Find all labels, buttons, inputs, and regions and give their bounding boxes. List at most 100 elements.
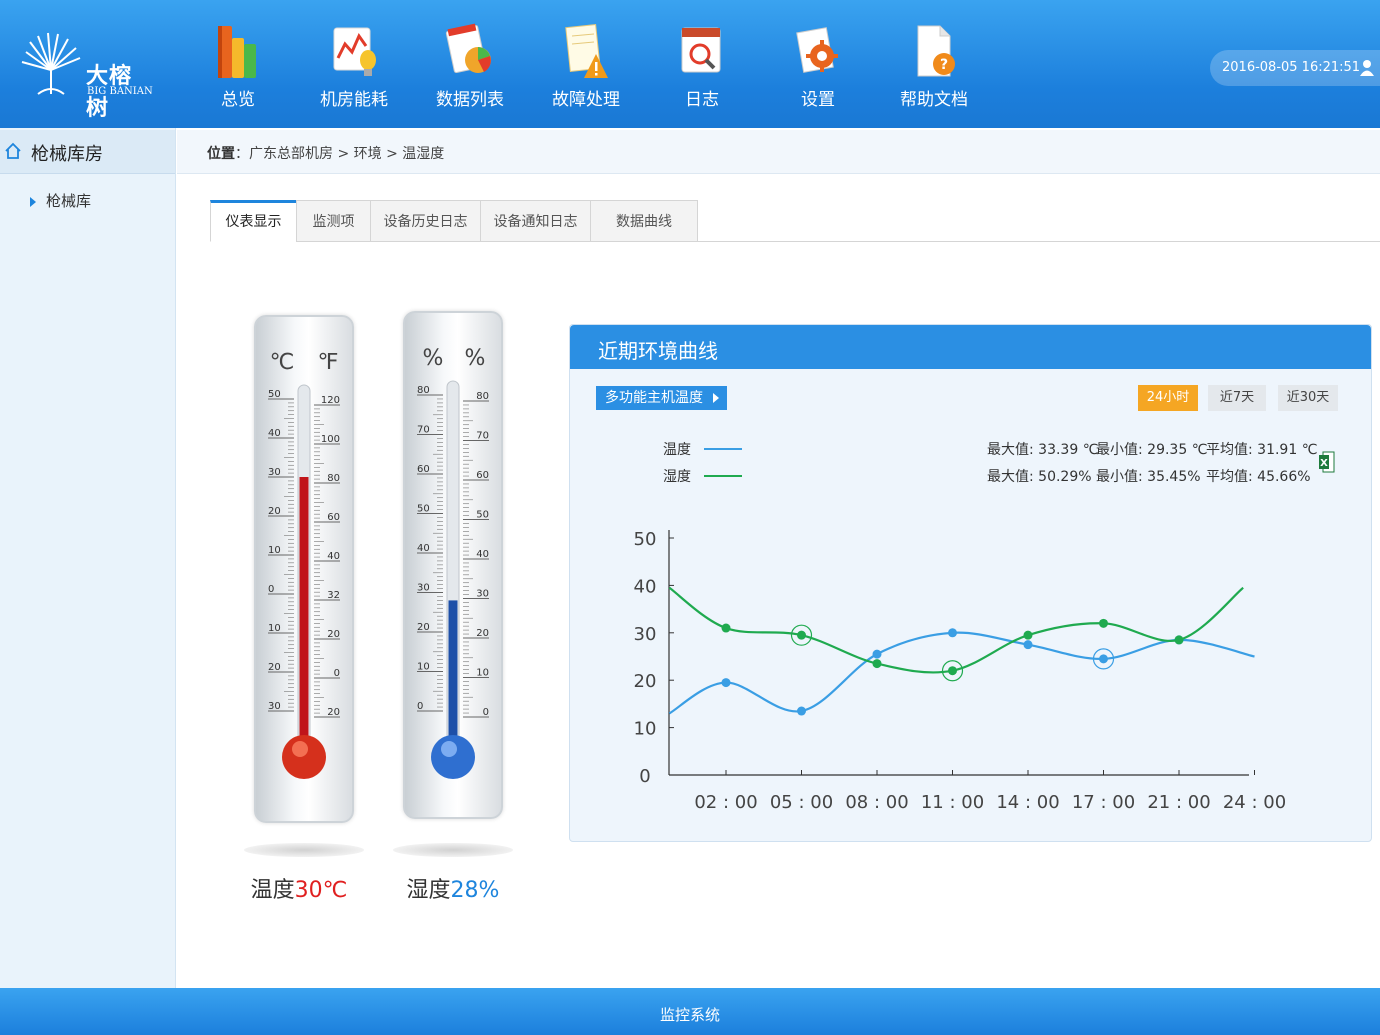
hygro-left-tick-label: 40	[417, 543, 430, 554]
nav-fault-label: 故障处理	[552, 90, 620, 110]
thermo-left-tick-label: 10	[268, 545, 281, 556]
expand-arrow-icon[interactable]	[30, 196, 36, 207]
range-7d-button[interactable]: 近7天	[1208, 385, 1266, 411]
user-icon[interactable]	[1360, 60, 1374, 76]
y-tick-label: 10	[634, 719, 657, 740]
x-tick-label: 08 : 00	[845, 792, 908, 813]
hygro-right-tick-label: 20	[476, 628, 489, 639]
tab-device-history-log[interactable]: 设备历史日志	[370, 200, 480, 242]
data-point[interactable]	[797, 630, 806, 640]
thermo-left-tick-label: 30	[268, 467, 281, 478]
thermo-right-tick-label: 120	[321, 395, 340, 406]
data-point[interactable]	[948, 628, 957, 638]
hygro-right-tick-label: 40	[476, 549, 489, 560]
thermometer-graphic: ℃ ℉ 50 120 40 100 30 80 20 60 10 40 0 32 10 20 20 0 30 20	[268, 350, 340, 779]
x-tick-label: 17 : 00	[1072, 792, 1135, 813]
thermo-left-tick-label: 20	[268, 662, 281, 673]
legend-hum-swatch	[704, 475, 742, 477]
breadcrumb-path[interactable]: ：广东总部机房 > 环境 > 温湿度	[235, 146, 444, 162]
nav-fault[interactable]: 故障处理	[528, 15, 644, 115]
data-point[interactable]	[1099, 618, 1108, 628]
tab-monitor-items[interactable]: 监测项	[296, 200, 370, 242]
top-header: 大榕树 BIG BANIAN 总览 机房能耗 数据列表 故障处理 日志 设置 ?…	[0, 0, 1380, 128]
nav-log[interactable]: 日志	[644, 15, 760, 115]
nav-overview[interactable]: 总览	[180, 15, 296, 115]
thermo-right-tick-label: 60	[327, 512, 340, 523]
thermometer-shadow	[244, 843, 364, 857]
sidebar-title: 枪械库房	[31, 144, 103, 165]
current-datetime: 2016-08-05 16:21:51	[1210, 50, 1380, 86]
x-tick-label: 11 : 00	[921, 792, 984, 813]
env-curve-panel: 近期环境曲线 多功能主机温度 24小时 近7天 近30天 温度 湿度 最大值: …	[569, 324, 1372, 842]
legend-temp-swatch	[704, 448, 742, 450]
x-tick-label: 02 : 00	[694, 792, 757, 813]
nav-help-label: 帮助文档	[900, 90, 968, 110]
legend-temp-label: 温度	[663, 442, 691, 458]
nav-settings-label: 设置	[801, 90, 835, 110]
settings-gear-icon	[796, 27, 838, 73]
thermo-right-tick-label: 80	[327, 473, 340, 484]
thermo-right-tick-label: 40	[327, 551, 340, 562]
data-point[interactable]	[1023, 640, 1033, 650]
hygro-left-tick-label: 70	[417, 425, 430, 436]
hygro-right-tick-label: 10	[476, 668, 489, 679]
banyan-tree-icon	[21, 32, 81, 95]
nav-energy[interactable]: 机房能耗	[296, 15, 412, 115]
breadcrumb-bar: 位置：广东总部机房 > 环境 > 温湿度	[177, 130, 1380, 174]
data-point[interactable]	[872, 659, 882, 669]
y-tick-label: 0	[639, 766, 650, 787]
data-point[interactable]	[1174, 635, 1184, 645]
data-point[interactable]	[797, 706, 806, 716]
humidity-value: 28%	[450, 878, 500, 903]
data-point[interactable]	[1099, 654, 1108, 664]
data-point[interactable]	[872, 649, 882, 659]
log-calendar-icon	[681, 27, 721, 73]
hygro-left-tick-label: 0	[417, 701, 423, 712]
hygro-right-tick-label: 0	[483, 707, 489, 718]
tab-gauge-display[interactable]: 仪表显示	[210, 200, 296, 242]
sidebar-item-armory[interactable]: 枪械库	[30, 190, 91, 211]
home-icon	[5, 142, 21, 159]
stat-hum-min: 最小值: 35.45%	[1096, 469, 1201, 485]
thermo-right-tick-label: 20	[327, 629, 340, 640]
stat-hum-max: 最大值: 50.29%	[987, 469, 1092, 485]
data-point[interactable]	[721, 623, 731, 633]
hygrometer-graphic: % % 80 80 70 70 60 60 50 50 40 40 30 30 20 20 10 10 0 0	[417, 346, 489, 779]
main-nav: 总览 机房能耗 数据列表 故障处理 日志 设置 ? 帮助文档	[180, 15, 992, 115]
tab-device-notify-log[interactable]: 设备通知日志	[480, 200, 590, 242]
hygro-right-tick-label: 60	[476, 470, 489, 481]
y-tick-label: 40	[634, 576, 657, 597]
nav-settings[interactable]: 设置	[760, 15, 876, 115]
humidity-caption: 湿度28%	[378, 872, 528, 904]
thermo-left-tick-label: 10	[268, 623, 281, 634]
data-point[interactable]	[721, 678, 731, 688]
nav-help[interactable]: ? 帮助文档	[876, 15, 992, 115]
range-24h-button[interactable]: 24小时	[1138, 385, 1198, 411]
data-point[interactable]	[1023, 630, 1033, 640]
y-tick-label: 30	[634, 624, 657, 645]
series-select-dropdown[interactable]: 多功能主机温度	[596, 386, 727, 410]
humidity-caption-label: 湿度	[406, 878, 451, 903]
range-30d-button[interactable]: 近30天	[1278, 385, 1338, 411]
sidebar-header[interactable]: 枪械库房	[0, 130, 175, 174]
x-tick-label: 21 : 00	[1147, 792, 1210, 813]
brand-logo[interactable]: 大榕树 BIG BANIAN	[18, 30, 153, 121]
excel-export-icon[interactable]: X	[1319, 451, 1335, 473]
env-line-chart: 50 40 30 20 10 0 02 : 00 05 : 00 08 : 00 11 : 00 1…	[634, 529, 1287, 813]
panel-title-bar: 近期环境曲线	[570, 325, 1371, 369]
tab-data-curve[interactable]: 数据曲线	[590, 200, 698, 242]
help-doc-icon: ?	[917, 25, 955, 77]
hygro-left-tick-label: 30	[417, 583, 430, 594]
thermo-left-tick-label: 40	[268, 428, 281, 439]
nav-data-list[interactable]: 数据列表	[412, 15, 528, 115]
hygro-right-tick-label: 80	[476, 391, 489, 402]
data-point[interactable]	[948, 666, 957, 676]
overview-books-icon	[218, 26, 256, 78]
thermo-left-tick-label: 20	[268, 506, 281, 517]
thermo-right-tick-label: 0	[334, 668, 340, 679]
caret-right-icon	[713, 393, 719, 403]
hygro-right-tick-label: 50	[476, 510, 489, 521]
breadcrumb-prefix: 位置	[207, 146, 235, 162]
nav-energy-label: 机房能耗	[320, 90, 388, 110]
x-tick-label: 24 : 00	[1223, 792, 1286, 813]
